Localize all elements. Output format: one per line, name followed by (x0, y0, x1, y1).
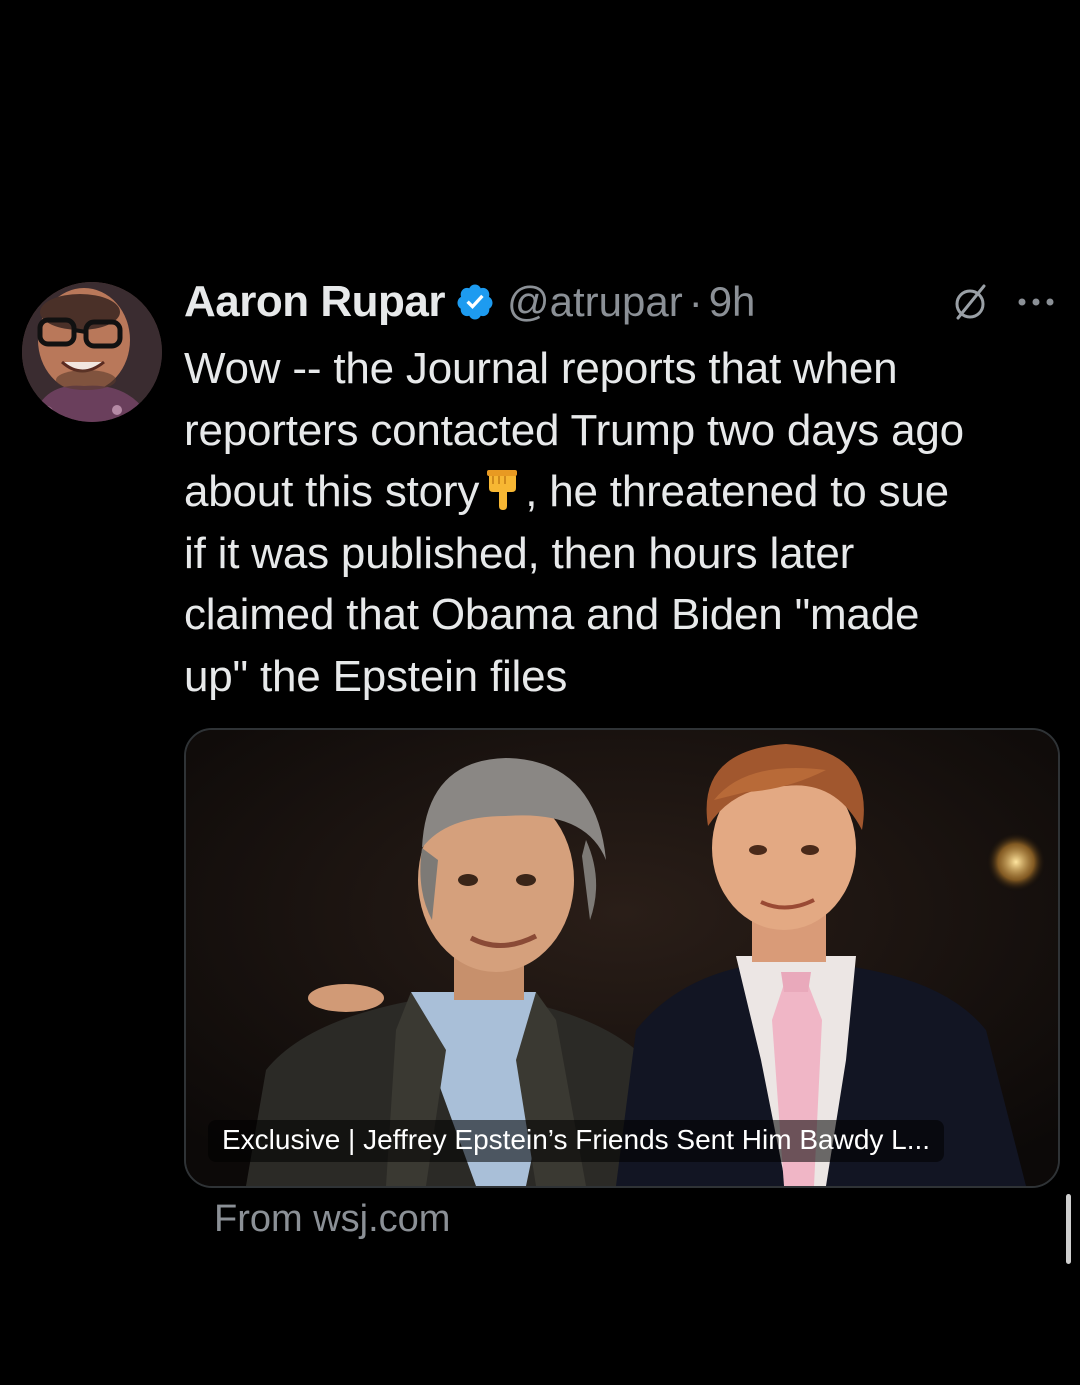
verified-badge-icon (457, 284, 493, 320)
article-headline[interactable]: Exclusive | Jeffrey Epstein’s Friends Se… (208, 1120, 945, 1162)
scrollbar[interactable] (1066, 1194, 1071, 1264)
author-name[interactable]: Aaron Rupar (184, 277, 445, 327)
more-options-icon[interactable] (1016, 296, 1056, 308)
tweet-text-line: claimed that Obama and Biden "made (184, 590, 920, 639)
tweet-text-fragment: about this story (184, 467, 480, 516)
article-photo (186, 730, 1058, 1186)
tweet-text-line: Wow -- the Journal reports that when (184, 344, 898, 393)
tweet-text-fragment: , he threatened to sue (525, 467, 949, 516)
avatar-photo (22, 282, 162, 422)
pointing-down-emoji-icon (487, 470, 518, 510)
tweet-view: Aaron Rupar @atrupar · 9h Wow -- the Jou… (0, 0, 1080, 1385)
tweet-text-line: if it was published, then hours later (184, 528, 855, 578)
author-handle[interactable]: @atrupar (507, 278, 683, 326)
grok-icon[interactable] (950, 282, 990, 322)
tweet-header: Aaron Rupar @atrupar · 9h (184, 276, 755, 328)
tweet-text: Wow -- the Journal reports that when rep… (184, 338, 1064, 707)
author-avatar[interactable] (22, 282, 162, 422)
tweet-text-line: up" the Epstein files (184, 651, 568, 701)
link-preview-card[interactable]: Exclusive | Jeffrey Epstein’s Friends Se… (184, 728, 1060, 1188)
tweet-text-line: about this story , he threatened to sue (184, 461, 1064, 523)
tweet-timestamp[interactable]: 9h (709, 278, 756, 326)
article-source[interactable]: From wsj.com (214, 1198, 450, 1241)
separator-dot: · (688, 278, 703, 325)
tweet-text-line: reporters contacted Trump two days ago (184, 405, 964, 455)
